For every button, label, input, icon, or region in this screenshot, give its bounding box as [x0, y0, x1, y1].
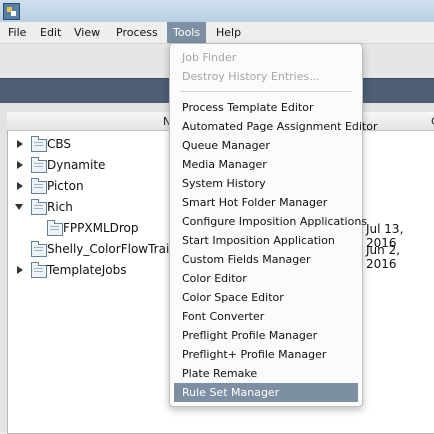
title-bar	[0, 0, 434, 23]
triangle-right-icon[interactable]	[17, 266, 23, 274]
menu-item-system-history[interactable]: System History	[174, 174, 358, 193]
menu-item-preflight-profile-manager[interactable]: Preflight Profile Manager	[174, 326, 358, 345]
menu-separator	[180, 91, 352, 92]
folder-icon	[47, 220, 63, 236]
menu-item-smart-hot-folder-manager[interactable]: Smart Hot Folder Manager	[174, 193, 358, 212]
menu-item-start-imposition-application[interactable]: Start Imposition Application	[174, 231, 358, 250]
tree-row-label: CBS	[47, 137, 72, 151]
menu-item-plate-remake[interactable]: Plate Remake	[174, 364, 358, 383]
menu-item-media-manager[interactable]: Media Manager	[174, 155, 358, 174]
tree-row-label: Rich	[47, 200, 73, 214]
menu-item-color-editor[interactable]: Color Editor	[174, 269, 358, 288]
tree-row-label: FPPXMLDrop	[63, 221, 139, 235]
triangle-right-icon[interactable]	[17, 161, 23, 169]
tools-menu-dropdown: Job Finder Destroy History Entries... Pr…	[169, 43, 378, 407]
folder-icon	[31, 136, 47, 152]
row-date-shelly: Jun 2, 2016	[366, 243, 401, 271]
menu-item-process-template-editor[interactable]: Process Template Editor	[174, 98, 358, 117]
menu-process[interactable]: Process	[110, 22, 164, 43]
menu-item-font-converter[interactable]: Font Converter	[174, 307, 358, 326]
menu-item-automated-page-assignment-editor[interactable]: Automated Page Assignment Editor	[174, 117, 378, 136]
menu-edit[interactable]: Edit	[34, 22, 67, 43]
menu-bar: File Edit View Process Tools Help	[0, 22, 434, 44]
folder-icon	[31, 178, 47, 194]
folder-icon	[31, 157, 47, 173]
menu-view[interactable]: View	[68, 22, 106, 43]
tree-row-label: Shelly_ColorFlowTrain	[47, 242, 177, 256]
menu-file[interactable]: File	[2, 22, 32, 43]
menu-item-color-space-editor[interactable]: Color Space Editor	[174, 288, 358, 307]
menu-item-preflight-plus-profile-manager[interactable]: Preflight+ Profile Manager	[174, 345, 358, 364]
menu-help[interactable]: Help	[210, 22, 247, 43]
app-icon	[3, 3, 20, 20]
menu-item-rule-set-manager[interactable]: Rule Set Manager	[174, 383, 358, 402]
triangle-right-icon[interactable]	[17, 182, 23, 190]
folder-icon	[31, 199, 47, 215]
folder-icon	[31, 262, 47, 278]
tree-row-label: Dynamite	[47, 158, 106, 172]
tree-row-label: Picton	[47, 179, 84, 193]
menu-item-job-finder: Job Finder	[182, 51, 237, 64]
menu-tools[interactable]: Tools	[167, 22, 207, 43]
triangle-down-icon[interactable]	[15, 204, 23, 210]
menu-item-queue-manager[interactable]: Queue Manager	[174, 136, 358, 155]
folder-icon	[31, 241, 47, 257]
menu-item-destroy-history: Destroy History Entries...	[182, 70, 320, 83]
triangle-right-icon[interactable]	[17, 140, 23, 148]
menu-item-configure-imposition-applications[interactable]: Configure Imposition Applications	[174, 212, 367, 231]
menu-item-custom-fields-manager[interactable]: Custom Fields Manager	[174, 250, 358, 269]
tree-row-label: TemplateJobs	[47, 263, 127, 277]
